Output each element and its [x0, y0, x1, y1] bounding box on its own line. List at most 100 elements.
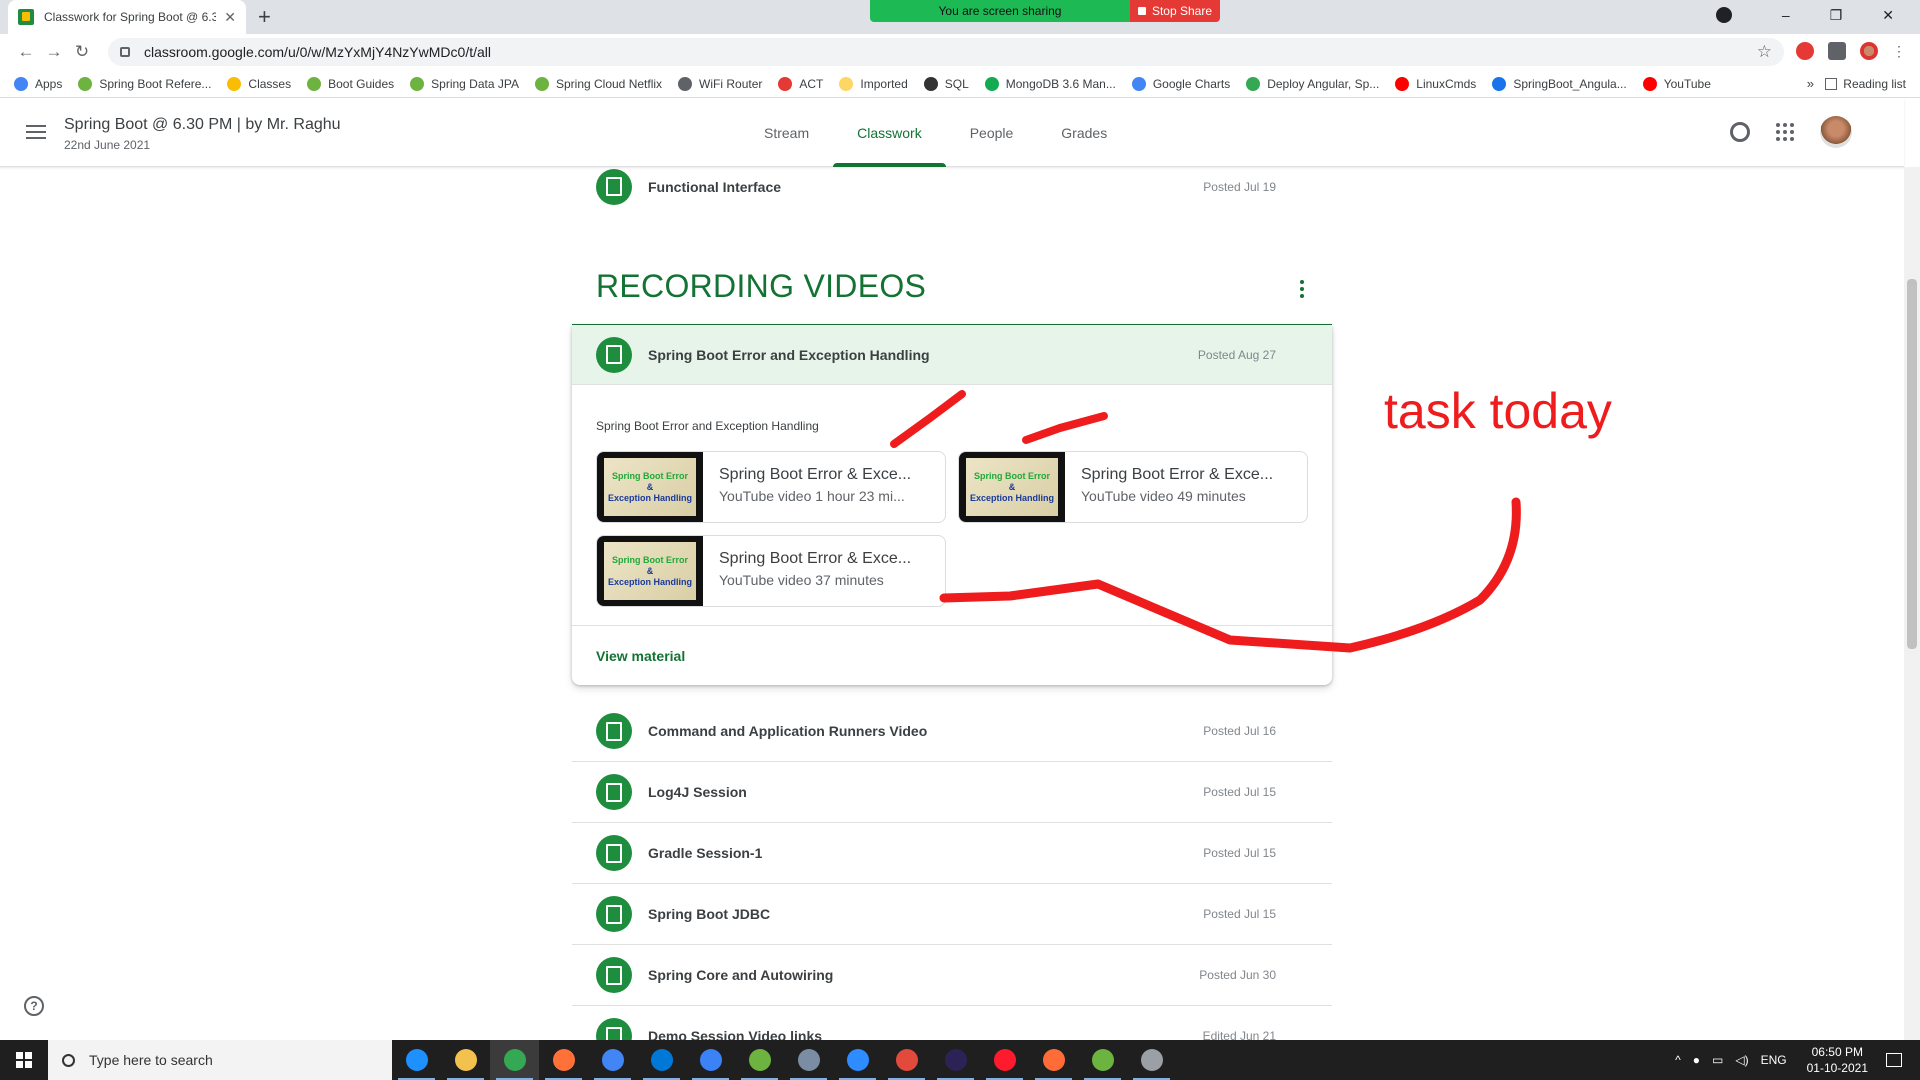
extensions-puzzle-icon[interactable]: [1828, 42, 1846, 60]
taskbar-app-firefox[interactable]: [539, 1040, 588, 1080]
classwork-item[interactable]: Spring Core and Autowiring Posted Jun 30: [572, 945, 1332, 1006]
window-controls: – ❐ ✕: [1715, 0, 1920, 30]
scrollbar-thumb[interactable]: [1907, 279, 1917, 649]
profile-icon[interactable]: [1715, 7, 1732, 23]
youtube-attachment[interactable]: Spring Boot Error & Exception Handling Spr…: [958, 451, 1308, 523]
taskbar-app-postman[interactable]: [1029, 1040, 1078, 1080]
tab-stream[interactable]: Stream: [740, 99, 833, 167]
bookmark-item[interactable]: YouTube: [1642, 76, 1711, 91]
taskbar-app-spring-tool-suite-2[interactable]: [1078, 1040, 1127, 1080]
back-button[interactable]: ←: [12, 42, 40, 62]
taskbar-app-opera[interactable]: [980, 1040, 1029, 1080]
taskbar-app-deploy-tool[interactable]: [686, 1040, 735, 1080]
language-indicator[interactable]: ENG: [1761, 1053, 1787, 1067]
browser-tab[interactable]: Classwork for Spring Boot @ 6.30 ✕: [8, 0, 246, 34]
taskbar-app-edge[interactable]: [392, 1040, 441, 1080]
bookmark-item[interactable]: Imported: [839, 76, 908, 91]
bookmark-item[interactable]: Spring Boot Refere...: [78, 76, 211, 91]
bookmark-label: Boot Guides: [328, 76, 395, 91]
item-title: Spring Core and Autowiring: [648, 967, 834, 983]
taskbar-app-settings-tool[interactable]: [1127, 1040, 1176, 1080]
close-window-button[interactable]: ✕: [1882, 7, 1894, 24]
lock-icon[interactable]: [120, 47, 130, 57]
material-icon: [596, 957, 632, 993]
tab-classwork[interactable]: Classwork: [833, 99, 946, 167]
page-scrollbar[interactable]: [1904, 167, 1920, 1040]
settings-gear-icon[interactable]: [1730, 122, 1750, 142]
reading-list-button[interactable]: Reading list: [1825, 77, 1906, 91]
bookmark-label: SQL: [944, 76, 969, 91]
taskbar-app-snipping-tool[interactable]: [784, 1040, 833, 1080]
expanded-item-header[interactable]: Spring Boot Error and Exception Handling…: [572, 325, 1332, 385]
bookmark-item[interactable]: SQL: [923, 76, 969, 91]
bookmark-item[interactable]: Spring Cloud Netflix: [534, 76, 662, 91]
classwork-item[interactable]: Log4J Session Posted Jul 15: [572, 762, 1332, 823]
classwork-item[interactable]: Spring Boot JDBC Posted Jul 15: [572, 884, 1332, 945]
tab-people[interactable]: People: [946, 99, 1038, 167]
forward-button[interactable]: →: [40, 42, 68, 62]
bookmark-star-icon[interactable]: ☆: [1757, 42, 1772, 62]
maximize-button[interactable]: ❐: [1830, 7, 1843, 24]
bookmark-item[interactable]: ACT: [778, 76, 823, 91]
youtube-attachment[interactable]: Spring Boot Error & Exception Handling Spr…: [596, 535, 946, 607]
taskbar-search[interactable]: Type here to search: [48, 1040, 392, 1080]
taskbar-app-file-explorer[interactable]: [441, 1040, 490, 1080]
new-tab-button[interactable]: +: [258, 4, 271, 30]
youtube-attachment[interactable]: Spring Boot Error & Exception Handling Spr…: [596, 451, 946, 523]
classwork-item[interactable]: Command and Application Runners Video Po…: [572, 701, 1332, 762]
stop-share-button[interactable]: Stop Share: [1130, 0, 1220, 22]
bookmark-item[interactable]: LinuxCmds: [1395, 76, 1476, 91]
classwork-item[interactable]: Demo Session Video links Edited Jun 21: [572, 1006, 1332, 1040]
main-menu-icon[interactable]: [26, 125, 46, 143]
classroom-favicon-icon: [18, 9, 34, 25]
browser-menu-icon[interactable]: ⋮: [1892, 43, 1906, 60]
reload-button[interactable]: ↻: [68, 42, 96, 62]
item-title: Gradle Session-1: [648, 845, 763, 861]
adblock-extension-icon[interactable]: [1796, 42, 1814, 60]
vscode-icon: [650, 1049, 673, 1071]
course-name: Spring Boot @ 6.30 PM | by Mr. Raghu: [64, 116, 341, 133]
classwork-item[interactable]: Gradle Session-1 Posted Jul 15: [572, 823, 1332, 884]
tab-grades[interactable]: Grades: [1037, 99, 1131, 167]
address-bar[interactable]: classroom.google.com/u/0/w/MzYxMjY4NzYwM…: [108, 38, 1784, 66]
bookmark-item[interactable]: WiFi Router: [678, 76, 762, 91]
bookmark-item[interactable]: SpringBoot_Angula...: [1492, 76, 1627, 91]
taskbar-app-chrome[interactable]: [490, 1040, 539, 1080]
taskbar-app-screen-recorder[interactable]: [588, 1040, 637, 1080]
item-title: Command and Application Runners Video: [648, 723, 928, 739]
url-text[interactable]: classroom.google.com/u/0/w/MzYxMjY4NzYwM…: [144, 44, 1757, 60]
item-posted-date: Posted Jul 15: [1203, 785, 1276, 799]
item-posted-date: Posted Aug 27: [1197, 347, 1276, 362]
bookmark-item[interactable]: Boot Guides: [307, 76, 395, 91]
start-button[interactable]: [0, 1040, 48, 1080]
account-avatar[interactable]: [1820, 116, 1852, 148]
notification-center-icon[interactable]: [1886, 1053, 1902, 1067]
topic-more-options-icon[interactable]: [1300, 280, 1304, 298]
classwork-item[interactable]: Functional Interface Posted Jul 19: [572, 168, 1332, 217]
tray-overflow-icon[interactable]: ^: [1675, 1053, 1681, 1067]
taskbar-app-eclipse[interactable]: [931, 1040, 980, 1080]
bookmark-item[interactable]: Apps: [14, 76, 62, 91]
taskbar-app-spring-tool-suite[interactable]: [735, 1040, 784, 1080]
bookmark-item[interactable]: Classes: [227, 76, 291, 91]
taskbar-app-vscode[interactable]: [637, 1040, 686, 1080]
course-header[interactable]: Spring Boot @ 6.30 PM | by Mr. Raghu 22n…: [64, 116, 341, 152]
bookmark-item[interactable]: Google Charts: [1131, 76, 1230, 91]
taskbar-clock[interactable]: 06:50 PM 01-10-2021: [1807, 1044, 1868, 1076]
material-description: Spring Boot Error and Exception Handling: [596, 419, 819, 433]
google-apps-icon[interactable]: [1776, 123, 1794, 141]
microphone-icon[interactable]: ●: [1693, 1053, 1700, 1067]
taskbar-app-zoom[interactable]: [833, 1040, 882, 1080]
taskbar-app-paint-tool[interactable]: [882, 1040, 931, 1080]
network-icon[interactable]: ▭: [1712, 1053, 1723, 1067]
minimize-button[interactable]: –: [1782, 7, 1790, 23]
volume-icon[interactable]: ◁): [1735, 1053, 1748, 1067]
bookmarks-overflow-button[interactable]: »: [1807, 76, 1814, 91]
bookmark-item[interactable]: Spring Data JPA: [410, 76, 519, 91]
help-icon[interactable]: ?: [24, 996, 44, 1016]
bookmark-item[interactable]: Deploy Angular, Sp...: [1246, 76, 1379, 91]
view-material-link[interactable]: View material: [596, 648, 685, 664]
bookmark-item[interactable]: MongoDB 3.6 Man...: [984, 76, 1116, 91]
tab-close-icon[interactable]: ✕: [224, 9, 236, 26]
user-avatar-icon[interactable]: [1860, 42, 1878, 60]
